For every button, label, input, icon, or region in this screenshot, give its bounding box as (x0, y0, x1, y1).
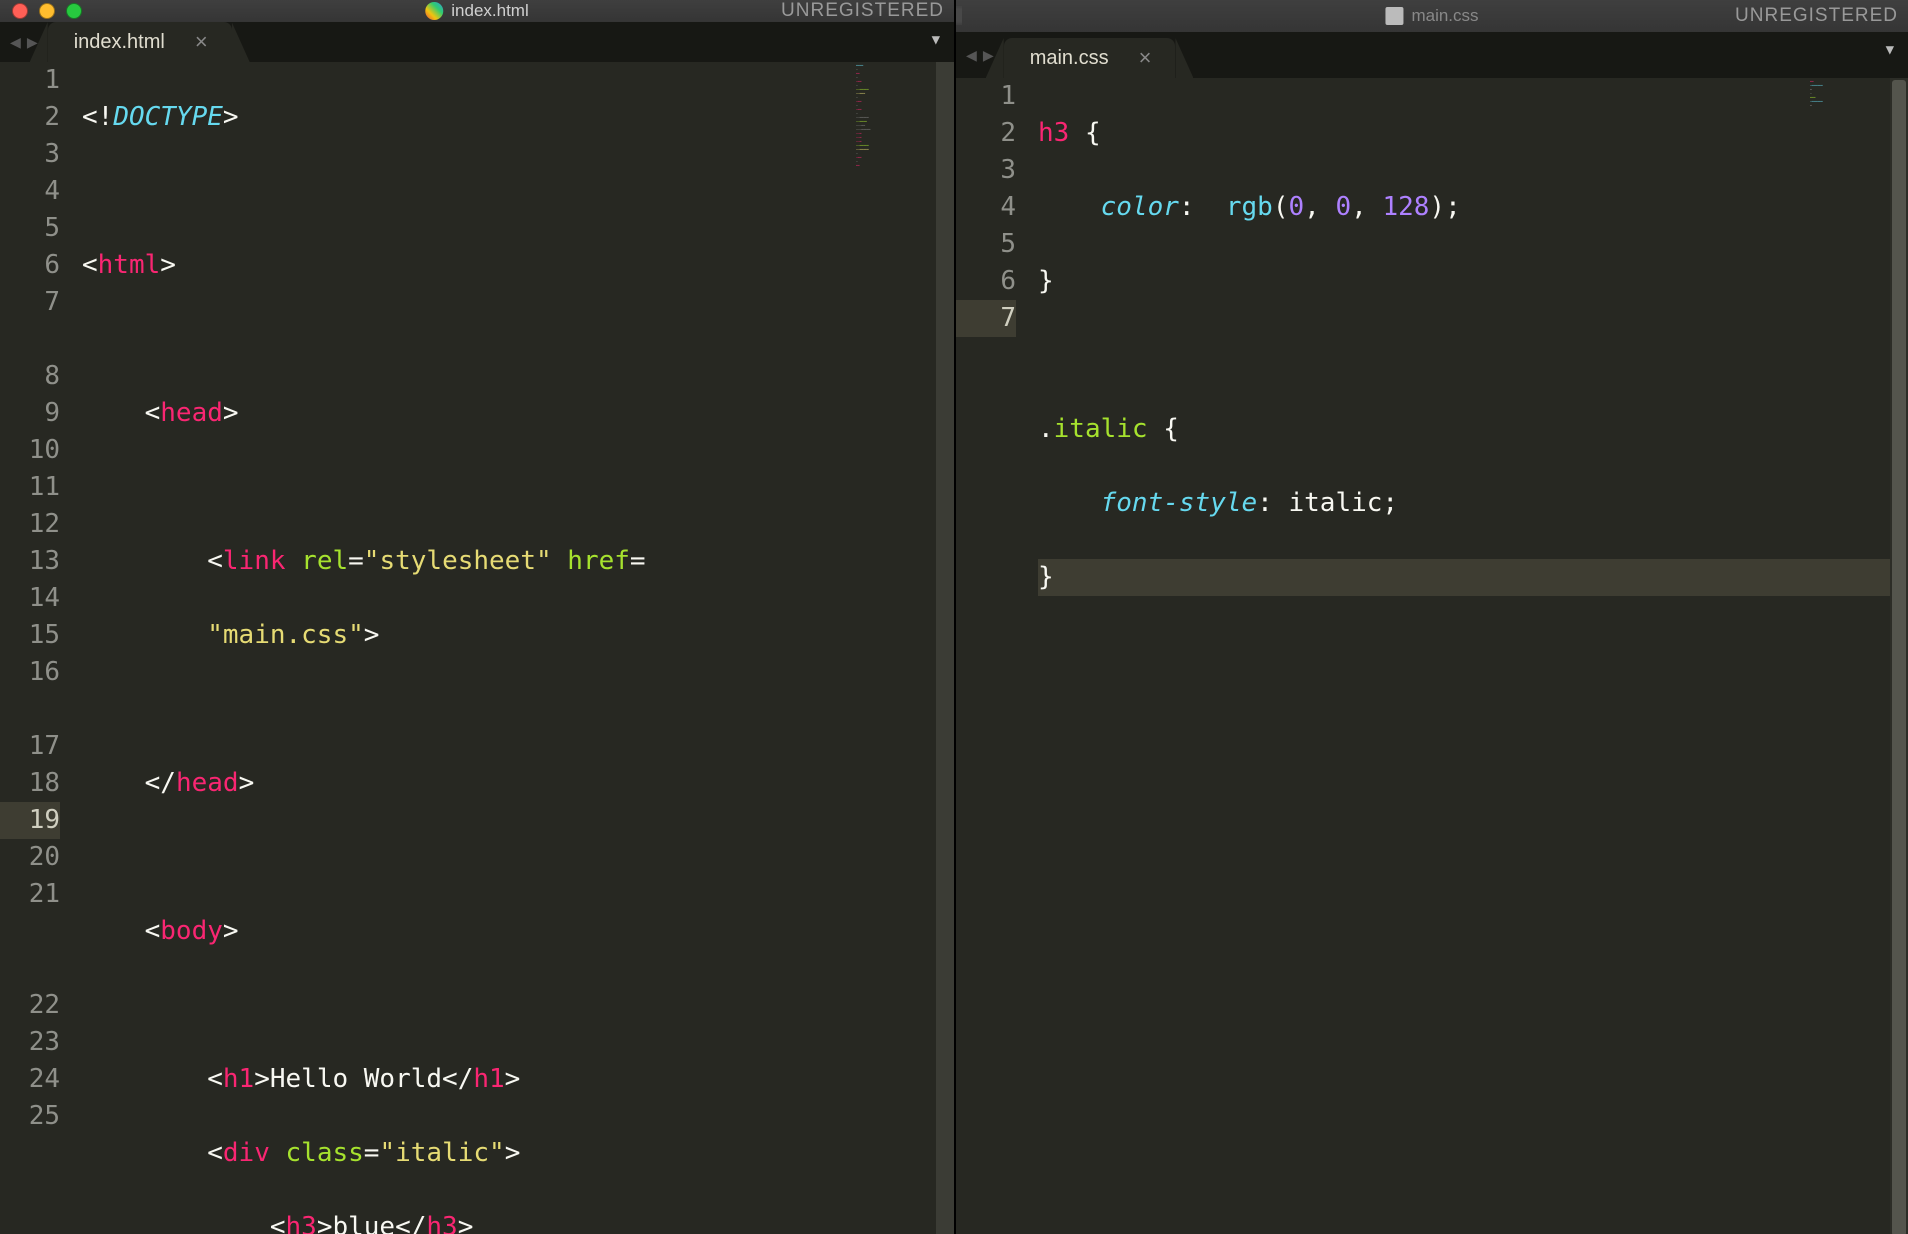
right-editor-pane: main.css UNREGISTERED ◀ ▶ main.css × ▼ 1… (956, 0, 1908, 1234)
tabbar-menu-icon[interactable]: ▼ (932, 32, 940, 48)
minimize-window-button[interactable] (39, 3, 55, 19)
vertical-scrollbar[interactable] (936, 62, 954, 1234)
file-icon (1385, 7, 1403, 25)
close-window-button[interactable] (12, 3, 28, 19)
window-title-text: index.html (451, 1, 528, 21)
line-gutter: 1234567 (956, 78, 1034, 1234)
tab-index-html[interactable]: index.html × (48, 22, 232, 62)
maximize-window-button[interactable] (960, 6, 962, 25)
tabbar-menu-icon[interactable]: ▼ (1886, 42, 1894, 58)
tab-main-css[interactable]: main.css × (1004, 38, 1176, 78)
titlebar-left[interactable]: index.html UNREGISTERED (0, 0, 954, 22)
titlebar-right[interactable]: main.css UNREGISTERED (956, 0, 1908, 32)
vertical-scrollbar[interactable] (1890, 78, 1908, 1234)
tabbar-left: ◀ ▶ index.html × ▼ (0, 22, 954, 62)
nav-forward-icon[interactable]: ▶ (983, 45, 994, 66)
registration-status: UNREGISTERED (781, 0, 944, 22)
window-title-text: main.css (1411, 6, 1478, 26)
close-tab-icon[interactable]: × (1139, 45, 1152, 71)
line-gutter: 1234567891011121314151617181920212223242… (0, 62, 78, 1234)
window-controls-inactive (956, 7, 962, 25)
chrome-icon (425, 2, 443, 20)
left-editor-pane: index.html UNREGISTERED ◀ ▶ index.html ×… (0, 0, 956, 1234)
tabbar-right: ◀ ▶ main.css × ▼ (956, 32, 1908, 78)
editor-right[interactable]: 1234567 h3 { color: rgb(0, 0, 128); } .i… (956, 78, 1908, 1234)
editor-left[interactable]: 1234567891011121314151617181920212223242… (0, 62, 954, 1234)
maximize-window-button[interactable] (66, 3, 82, 19)
app-root: index.html UNREGISTERED ◀ ▶ index.html ×… (0, 0, 1908, 1234)
close-tab-icon[interactable]: × (195, 29, 208, 55)
nav-back-icon[interactable]: ◀ (10, 32, 21, 53)
nav-back-icon[interactable]: ◀ (966, 45, 977, 66)
code-area[interactable]: <!DOCTYPE> <html> <head> <link rel="styl… (78, 62, 954, 1234)
code-area[interactable]: h3 { color: rgb(0, 0, 128); } .italic { … (1034, 78, 1908, 1234)
tab-label: index.html (74, 31, 165, 54)
window-controls (12, 3, 82, 19)
window-title: main.css (1385, 6, 1478, 26)
window-title: index.html (425, 1, 528, 21)
tab-label: main.css (1030, 47, 1109, 70)
registration-status: UNREGISTERED (1735, 5, 1898, 27)
